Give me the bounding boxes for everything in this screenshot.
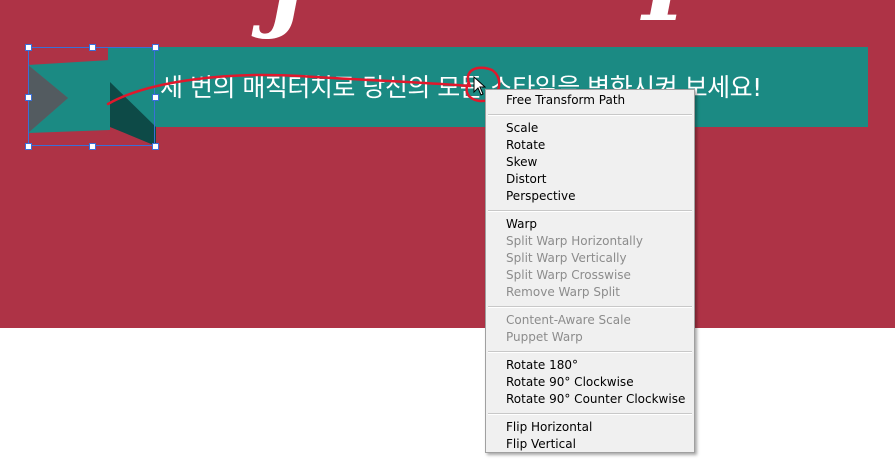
menu-separator (488, 351, 692, 353)
free-transform-bounding-box[interactable] (25, 44, 159, 150)
menu-item-flip-vertical[interactable]: Flip Vertical (506, 436, 576, 453)
transform-handle-bottom-right[interactable] (152, 143, 159, 150)
menu-item-rotate-90-counter-clockwise[interactable]: Rotate 90° Counter Clockwise (506, 391, 685, 408)
menu-item-skew[interactable]: Skew (506, 154, 537, 171)
transform-handle-top-right[interactable] (152, 44, 159, 51)
menu-separator (488, 114, 692, 116)
menu-item-free-transform-path[interactable]: Free Transform Path (506, 92, 625, 109)
transform-handle-bottom-left[interactable] (25, 143, 32, 150)
menu-item-distort[interactable]: Distort (506, 171, 547, 188)
menu-separator (488, 413, 692, 415)
menu-item-rotate-90-clockwise[interactable]: Rotate 90° Clockwise (506, 374, 634, 391)
headline-glyph-right: T (630, 0, 698, 34)
transform-handle-bottom-center[interactable] (89, 143, 96, 150)
menu-item-split-warp-vertically[interactable]: Split Warp Vertically (506, 250, 627, 267)
menu-item-rotate[interactable]: Rotate (506, 137, 545, 154)
transform-handle-middle-left[interactable] (25, 94, 32, 101)
menu-item-scale[interactable]: Scale (506, 120, 538, 137)
menu-item-rotate-180[interactable]: Rotate 180° (506, 357, 578, 374)
menu-item-perspective[interactable]: Perspective (506, 188, 576, 205)
menu-item-flip-horizontal[interactable]: Flip Horizontal (506, 419, 592, 436)
menu-item-split-warp-crosswise[interactable]: Split Warp Crosswise (506, 267, 631, 284)
transform-handle-top-center[interactable] (89, 44, 96, 51)
transform-handle-middle-right[interactable] (152, 94, 159, 101)
menu-item-remove-warp-split[interactable]: Remove Warp Split (506, 284, 620, 301)
menu-separator (488, 306, 692, 308)
menu-item-content-aware-scale[interactable]: Content-Aware Scale (506, 312, 631, 329)
menu-item-split-warp-horizontally[interactable]: Split Warp Horizontally (506, 233, 643, 250)
menu-item-warp[interactable]: Warp (506, 216, 537, 233)
menu-item-puppet-warp[interactable]: Puppet Warp (506, 329, 583, 346)
headline-glyph-left: J (266, 0, 310, 34)
transform-handle-top-left[interactable] (25, 44, 32, 51)
menu-separator (488, 210, 692, 212)
transform-context-menu[interactable]: Free Transform Path Scale Rotate Skew Distor… (485, 89, 695, 453)
